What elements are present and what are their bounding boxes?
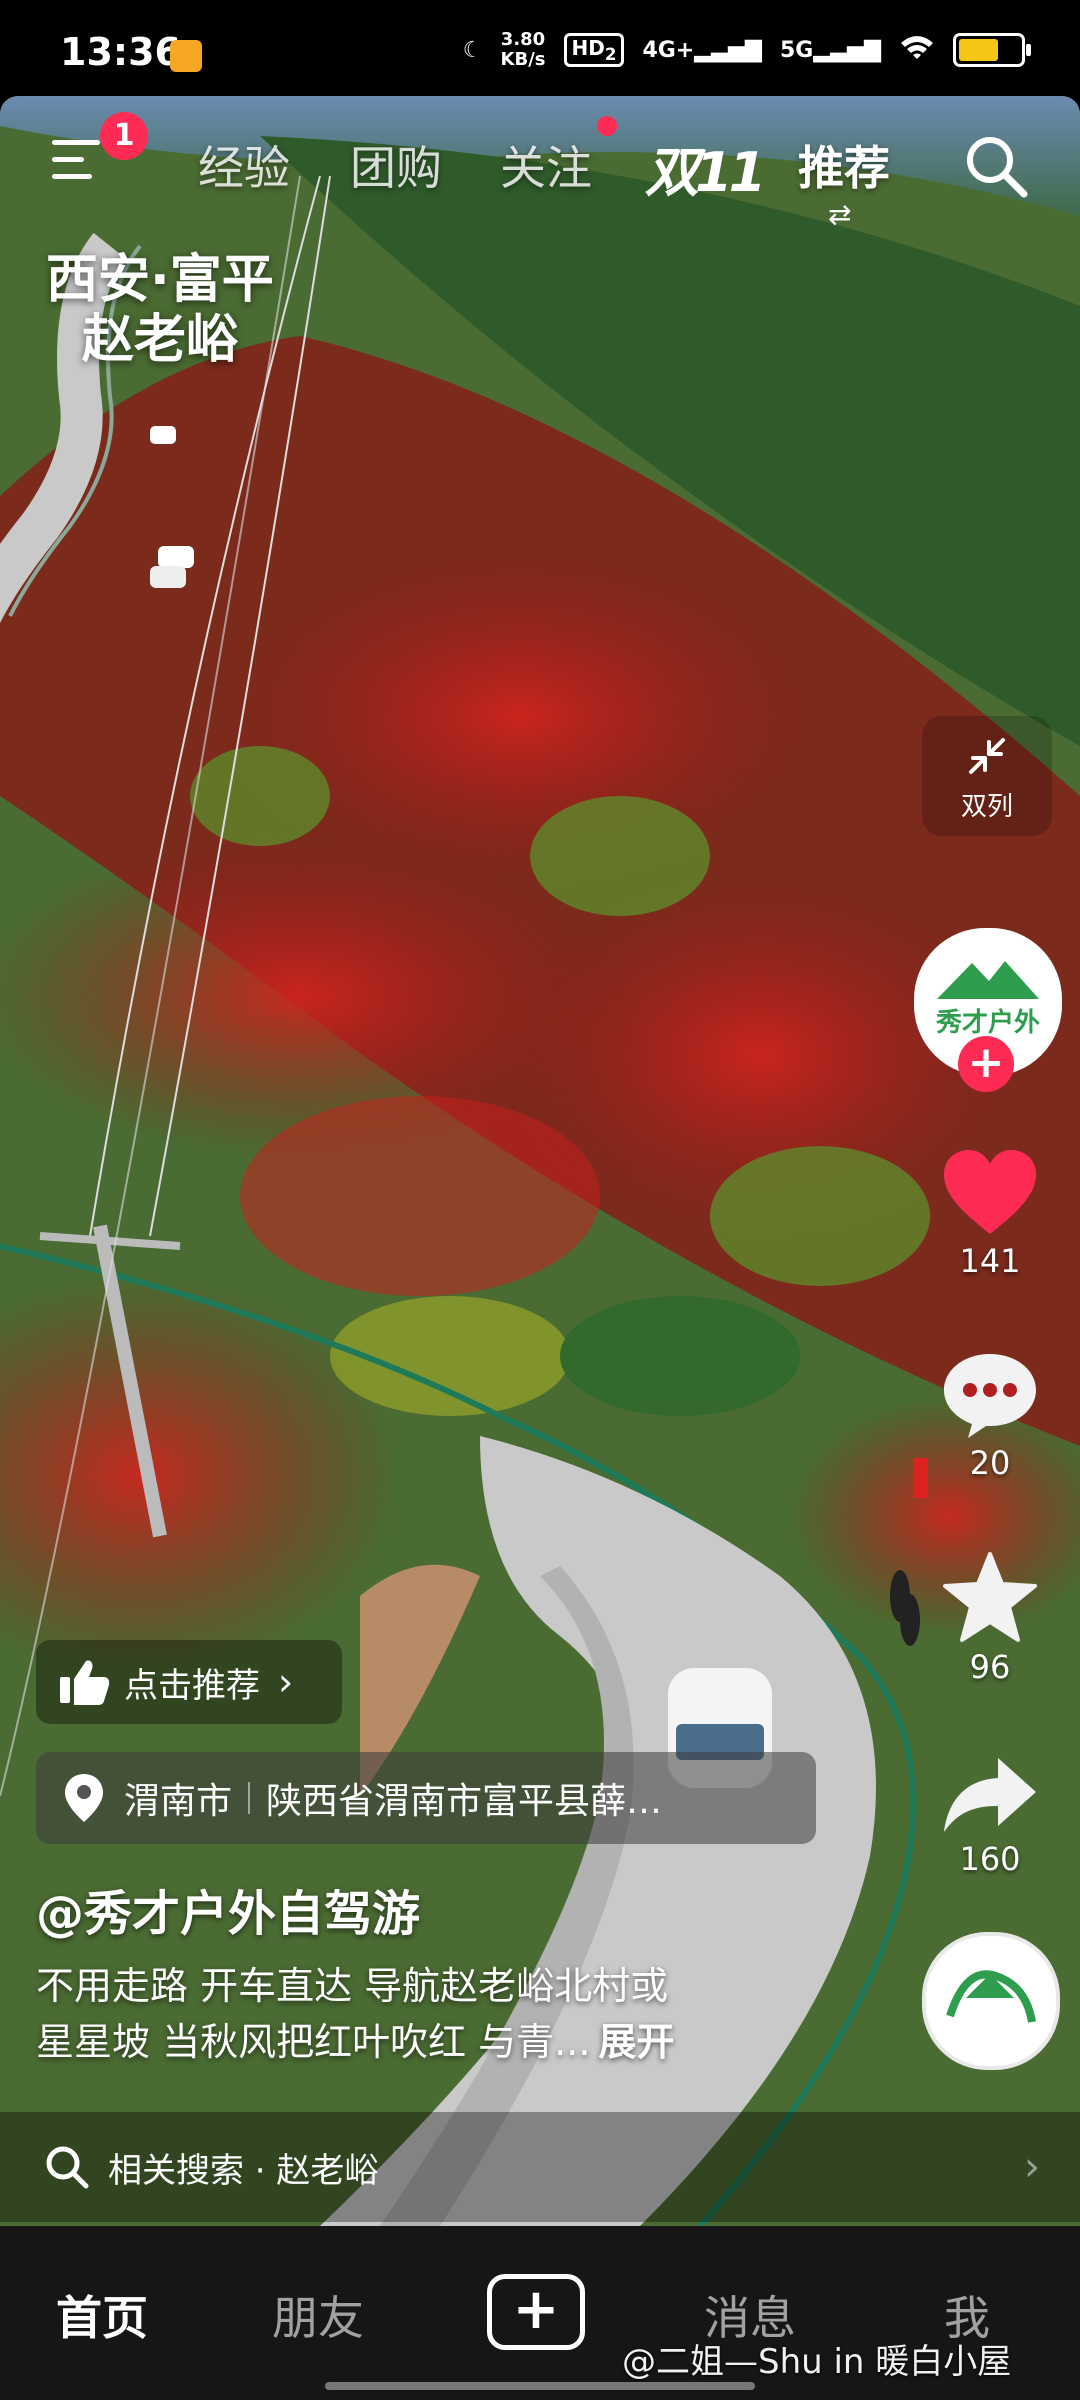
related-search-label: 相关搜索 · 赵老峪 xyxy=(108,2150,379,2191)
favorite-button[interactable]: 96 xyxy=(920,1550,1060,1686)
location-city: 渭南市 xyxy=(124,1781,233,1822)
create-button[interactable]: + xyxy=(487,2274,585,2350)
home-indicator xyxy=(325,2382,755,2390)
tab-experience[interactable]: 经验 xyxy=(198,132,290,198)
caption-line-2: 赵老峪 xyxy=(81,310,238,370)
location-address: 陕西省渭南市富平县薛… xyxy=(266,1781,663,1822)
svg-text:秀才户外: 秀才户外 xyxy=(935,1007,1040,1038)
battery-icon xyxy=(953,33,1031,67)
signal-5g-icon: 5G▂▃▅▇ xyxy=(779,37,881,63)
notification-app-icon xyxy=(170,40,202,72)
recommend-label: 点击推荐 xyxy=(124,1665,260,1706)
signal-4g-icon: 4G+▂▃▅▇ xyxy=(642,37,762,63)
swap-icon: ⇄ xyxy=(828,198,852,231)
share-arrow-icon xyxy=(944,1758,1036,1832)
caption-line-1: 西安·富平 xyxy=(46,250,274,310)
wifi-icon xyxy=(899,33,935,67)
like-count: 141 xyxy=(959,1242,1021,1280)
star-icon xyxy=(943,1552,1037,1642)
comment-count: 20 xyxy=(969,1444,1011,1482)
chevron-right-icon: › xyxy=(278,1660,294,1704)
status-bar: 13:36 ☾ 3.80 KB/s HD2 4G+▂▃▅▇ 5G▂▃▅▇ xyxy=(0,0,1080,100)
video-description: 不用走路 开车直达 导航赵老峪北村或 星星坡 当秋风把红叶吹红 与青... 展开 xyxy=(36,1958,816,2070)
status-indicators: ☾ 3.80 KB/s HD2 4G+▂▃▅▇ 5G▂▃▅▇ xyxy=(462,29,1031,70)
shrink-icon xyxy=(969,738,1005,774)
hd-voice-icon: HD2 xyxy=(563,33,625,67)
watermark: @二姐—Shu in 暖白小屋 xyxy=(622,2342,1012,2382)
music-disc-logo xyxy=(946,1970,1036,2023)
following-dot-badge xyxy=(597,116,617,136)
share-count: 160 xyxy=(959,1840,1021,1878)
tab-recommend[interactable]: 推荐 xyxy=(798,132,890,198)
like-button[interactable]: 141 xyxy=(920,1148,1060,1280)
status-time: 13:36 xyxy=(60,30,181,74)
dual-column-label: 双列 xyxy=(960,792,1013,822)
author-name[interactable]: @秀才户外自驾游 xyxy=(36,1874,420,1944)
tab-following[interactable]: 关注 xyxy=(500,132,592,198)
search-icon[interactable] xyxy=(962,132,1030,204)
chevron-right-icon: › xyxy=(1024,2144,1040,2190)
moon-icon: ☾ xyxy=(462,37,483,63)
comment-button[interactable]: 20 xyxy=(920,1350,1060,1482)
dual-column-button[interactable]: 双列 xyxy=(922,716,1052,836)
video-caption: 西安·富平 赵老峪 xyxy=(46,250,274,370)
thumbs-up-icon xyxy=(60,1660,110,1705)
net-speed: 3.80 KB/s xyxy=(500,29,546,70)
follow-plus-button[interactable]: + xyxy=(958,1036,1014,1092)
search-icon xyxy=(46,2146,89,2189)
favorite-count: 96 xyxy=(969,1648,1011,1686)
share-button[interactable]: 160 xyxy=(920,1752,1060,1878)
music-disc[interactable] xyxy=(922,1932,1060,2070)
related-search-bar[interactable]: 相关搜索 · 赵老峪 › xyxy=(0,2112,1080,2222)
description-line-1: 不用走路 开车直达 导航赵老峪北村或 xyxy=(36,1964,669,2008)
location-divider xyxy=(248,1782,251,1814)
location-tag[interactable]: 渭南市 陕西省渭南市富平县薛… xyxy=(36,1752,816,1844)
comment-icon xyxy=(944,1354,1036,1438)
tab-group-buy[interactable]: 团购 xyxy=(350,132,442,198)
location-pin-icon xyxy=(65,1774,103,1822)
tab-double11[interactable]: 双11 xyxy=(645,128,766,207)
tab-home[interactable]: 首页 xyxy=(56,2282,148,2348)
top-nav: 1 经验 团购 关注 双11 推荐 ⇄ xyxy=(0,110,1080,231)
description-line-2: 星星坡 当秋风把红叶吹红 与青... xyxy=(36,2020,591,2064)
recommend-button[interactable]: 点击推荐 › xyxy=(36,1640,342,1724)
heart-icon xyxy=(944,1150,1036,1234)
expand-button[interactable]: 展开 xyxy=(598,2020,674,2064)
menu-icon[interactable] xyxy=(52,140,100,188)
tab-friends[interactable]: 朋友 xyxy=(272,2282,364,2348)
menu-badge: 1 xyxy=(100,112,148,160)
